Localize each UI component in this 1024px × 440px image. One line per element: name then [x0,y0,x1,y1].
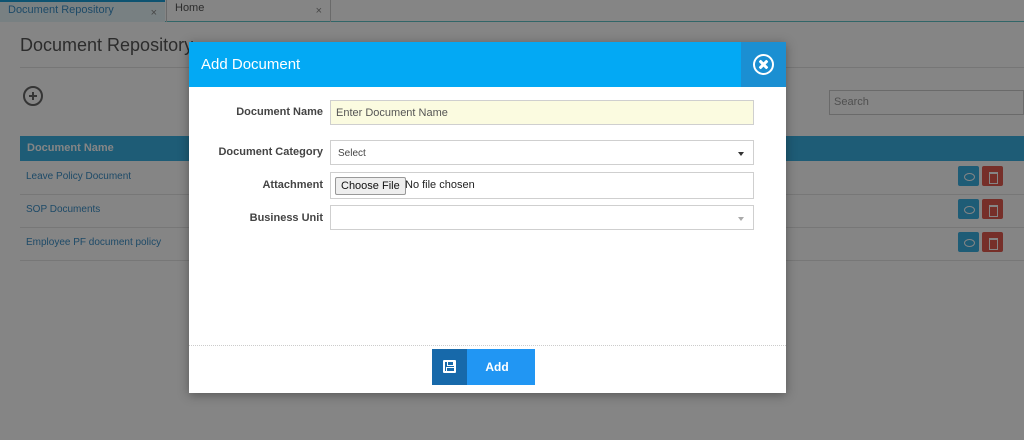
chevron-down-icon [738,217,744,221]
add-button[interactable]: Add [432,349,535,385]
choose-file-button[interactable]: Choose File [335,177,406,195]
business-unit-label: Business Unit [249,212,323,224]
modal-title: Add Document [201,56,301,73]
save-icon-box [432,349,467,385]
modal-header: Add Document [189,42,786,87]
document-category-label: Document Category [218,146,323,158]
document-name-input[interactable] [330,100,754,125]
floppy-disk-icon [443,360,456,373]
close-icon [753,54,774,75]
document-name-label: Document Name [236,106,323,118]
add-button-label: Add [485,360,509,374]
document-category-value: Select [338,148,366,159]
divider [189,345,786,346]
document-category-select[interactable]: Select [330,140,754,165]
business-unit-select[interactable] [330,205,754,230]
add-document-modal: Add Document Document Name Document Cate… [189,42,786,393]
attachment-field: Choose File No file chosen [330,172,754,199]
close-button[interactable] [741,42,786,87]
attachment-label: Attachment [262,179,323,191]
file-status: No file chosen [405,179,475,191]
chevron-down-icon [738,152,744,156]
